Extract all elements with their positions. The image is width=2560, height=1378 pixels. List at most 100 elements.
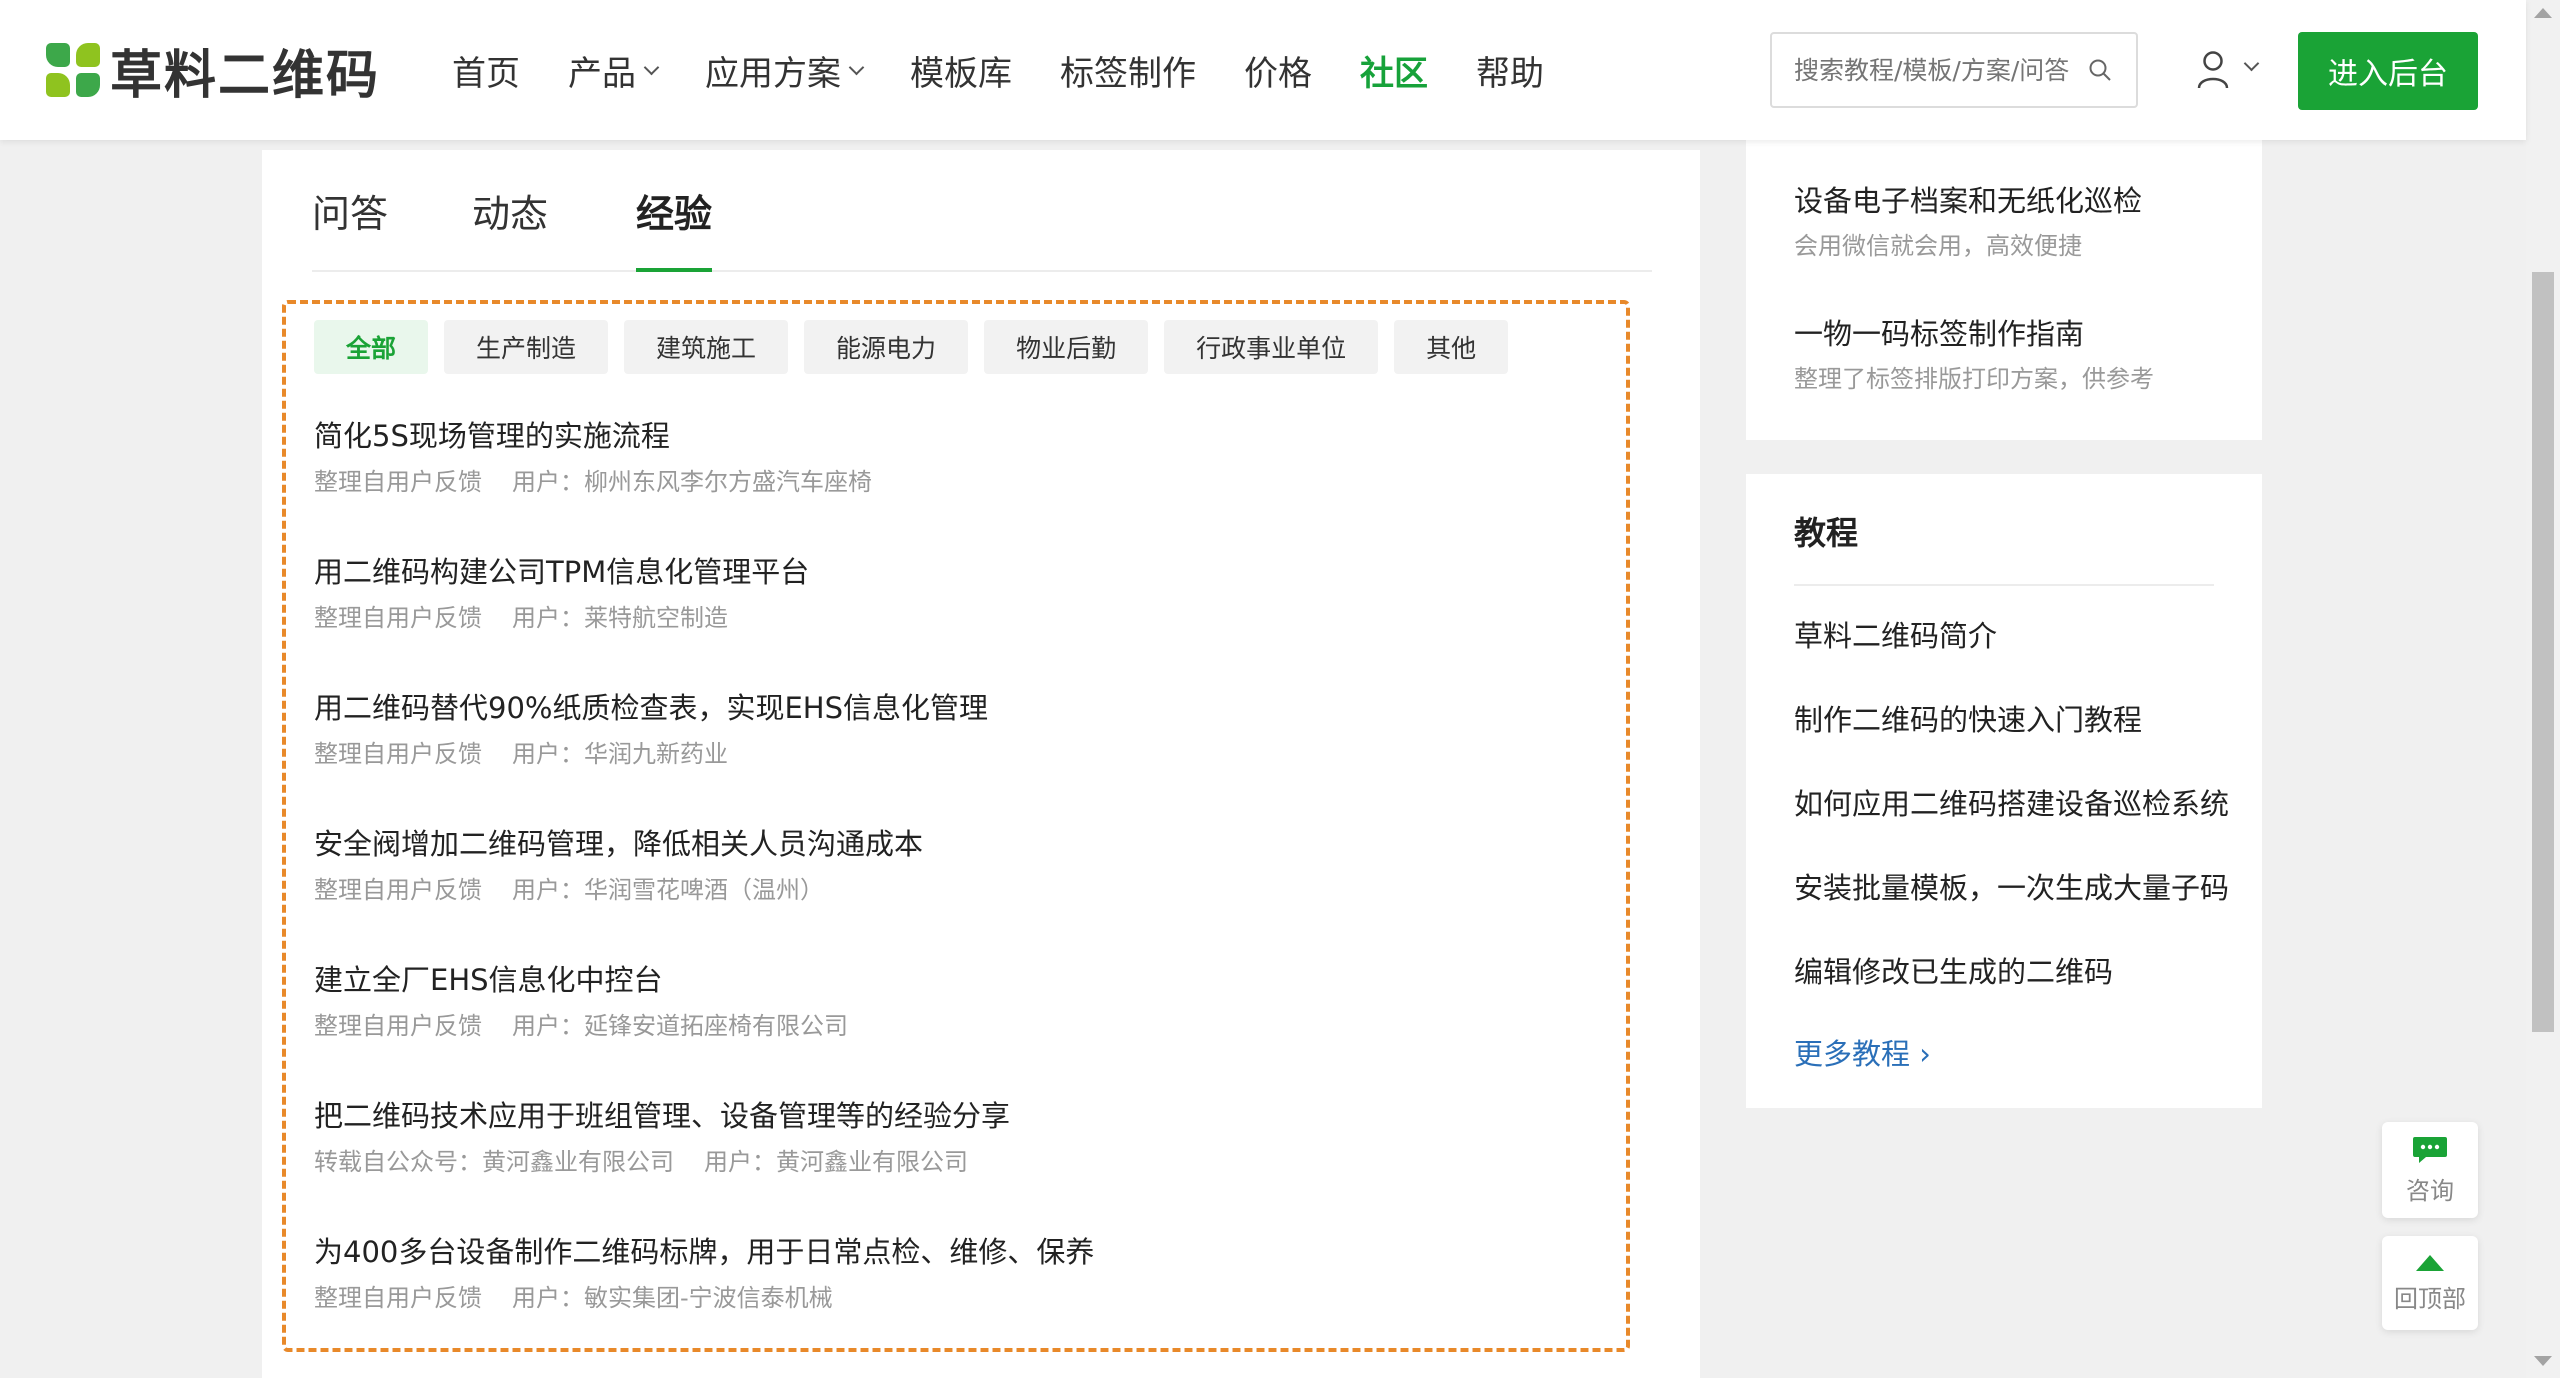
article-title[interactable]: 为400多台设备制作二维码标牌，用于日常点检、维修、保养 [314,1230,1594,1274]
article-source: 转载自公众号：黄河鑫业有限公司 [314,1148,674,1176]
tutorial-link[interactable]: 如何应用二维码搭建设备巡检系统 [1794,784,2229,824]
tutorial-link[interactable]: 草料二维码简介 [1794,616,1997,656]
feature-title: 一物一码标签制作指南 [1794,317,2085,351]
article-meta: 整理自用户反馈 用户：莱特航空制造 [314,598,1594,638]
user-icon[interactable] [2196,50,2230,90]
nav-label: 价格 [1244,53,1312,94]
tab-qa[interactable]: 问答 [312,186,388,272]
scroll-up-icon[interactable] [2534,8,2552,18]
article-title[interactable]: 建立全厂EHS信息化中控台 [314,958,1594,1002]
nav-label: 产品 [568,53,636,94]
article-source: 整理自用户反馈 [314,1284,482,1312]
article-source: 整理自用户反馈 [314,740,482,768]
nav-label: 社区 [1360,53,1428,94]
nav-products[interactable]: 产品 [568,46,660,95]
chat-icon [2413,1136,2447,1163]
main-content: 问答 动态 经验 全部 生产制造 建筑施工 能源电力 物业后勤 行政事业单位 其… [262,150,1700,1378]
tab-experience[interactable]: 经验 [636,186,713,272]
list-item[interactable]: 安全阀增加二维码管理，降低相关人员沟通成本 整理自用户反馈 用户：华润雪花啤酒（温… [314,822,1594,958]
tutorial-heading: 教程 [1794,514,1859,552]
list-item[interactable]: 简化5S现场管理的实施流程 整理自用户反馈 用户：柳州东风李尔方盛汽车座椅 [314,414,1594,550]
chevron-down-icon [848,59,865,75]
search-input[interactable] [1772,34,2072,106]
feature-title: 设备电子档案和无纸化巡检 [1794,184,2143,218]
nav-pricing[interactable]: 价格 [1244,46,1312,95]
article-title[interactable]: 简化5S现场管理的实施流程 [314,414,1594,458]
top-header: 草料二维码 首页 产品 应用方案 模板库 标签制作 价格 社区 帮助 进入后台 [0,0,2526,140]
nav-community[interactable]: 社区 [1360,46,1428,95]
article-meta: 整理自用户反馈 用户：华润九新药业 [314,734,1594,774]
chevron-down-icon [643,59,660,75]
search-icon[interactable] [2088,58,2112,82]
feature-subtitle: 整理了标签排版打印方案，供参考 [1794,365,2154,393]
article-user: 用户：黄河鑫业有限公司 [704,1148,968,1176]
main-nav: 首页 产品 应用方案 模板库 标签制作 价格 社区 帮助 [452,0,1592,140]
article-user: 用户：延锋安道拓座椅有限公司 [512,1012,848,1040]
feature-item[interactable]: 一物一码标签制作指南 整理了标签排版打印方案，供参考 [1794,313,2154,397]
nav-label: 模板库 [910,53,1012,94]
article-user: 用户：莱特航空制造 [512,604,728,632]
feature-subtitle: 会用微信就会用，高效便捷 [1794,232,2082,260]
article-meta: 整理自用户反馈 用户：延锋安道拓座椅有限公司 [314,1006,1594,1046]
arrow-up-icon [2416,1254,2444,1271]
article-meta: 整理自用户反馈 用户：敏实集团-宁波信泰机械 [314,1278,1594,1318]
scrollbar-thumb[interactable] [2532,272,2554,1032]
filter-all[interactable]: 全部 [314,320,429,374]
filter-manufacturing[interactable]: 生产制造 [444,320,609,374]
filter-other[interactable]: 其他 [1394,320,1509,374]
enter-dashboard-button[interactable]: 进入后台 [2298,32,2478,110]
logo[interactable]: 草料二维码 [46,38,380,106]
article-title[interactable]: 把二维码技术应用于班组管理、设备管理等的经验分享 [314,1094,1594,1138]
article-source: 整理自用户反馈 [314,1012,482,1040]
nav-help[interactable]: 帮助 [1476,46,1544,95]
nav-label: 标签制作 [1060,53,1196,94]
tab-bar: 问答 动态 经验 [312,186,1652,272]
chevron-down-icon[interactable] [2243,55,2260,72]
article-list: 简化5S现场管理的实施流程 整理自用户反馈 用户：柳州东风李尔方盛汽车座椅 用二维… [314,414,1594,1366]
scroll-down-icon[interactable] [2534,1356,2552,1366]
consult-label: 咨询 [2406,1176,2454,1205]
filter-construction[interactable]: 建筑施工 [624,320,789,374]
tutorial-link[interactable]: 制作二维码的快速入门教程 [1794,700,2142,740]
search-box [1770,32,2138,108]
tab-news[interactable]: 动态 [472,186,548,272]
article-user: 用户：华润九新药业 [512,740,728,768]
feature-item[interactable]: 设备电子档案和无纸化巡检 会用微信就会用，高效便捷 [1794,180,2142,264]
list-item[interactable]: 用二维码替代90%纸质检查表，实现EHS信息化管理 整理自用户反馈 用户：华润九新… [314,686,1594,822]
nav-labels[interactable]: 标签制作 [1060,46,1196,95]
nav-templates[interactable]: 模板库 [910,46,1012,95]
article-user: 用户：华润雪花啤酒（温州） [512,876,824,904]
nav-label: 首页 [452,53,520,94]
article-source: 整理自用户反馈 [314,876,482,904]
article-user: 用户：敏实集团-宁波信泰机械 [512,1284,833,1312]
nav-solutions[interactable]: 应用方案 [705,46,865,95]
tutorial-link[interactable]: 安装批量模板，一次生成大量子码 [1794,868,2229,908]
article-user: 用户：柳州东风李尔方盛汽车座椅 [512,468,872,496]
feature-card: 设备电子档案和无纸化巡检 会用微信就会用，高效便捷 一物一码标签制作指南 整理了… [1746,140,2262,440]
article-title[interactable]: 安全阀增加二维码管理，降低相关人员沟通成本 [314,822,1594,866]
article-meta: 整理自用户反馈 用户：华润雪花啤酒（温州） [314,870,1594,910]
list-item[interactable]: 为400多台设备制作二维码标牌，用于日常点检、维修、保养 整理自用户反馈 用户：敏… [314,1230,1594,1366]
filter-energy[interactable]: 能源电力 [804,320,969,374]
consult-button[interactable]: 咨询 [2382,1122,2478,1218]
experience-panel: 全部 生产制造 建筑施工 能源电力 物业后勤 行政事业单位 其他 简化5S现场管… [282,300,1630,1352]
article-title[interactable]: 用二维码构建公司TPM信息化管理平台 [314,550,1594,594]
list-item[interactable]: 用二维码构建公司TPM信息化管理平台 整理自用户反馈 用户：莱特航空制造 [314,550,1594,686]
article-meta: 整理自用户反馈 用户：柳州东风李尔方盛汽车座椅 [314,462,1594,502]
category-filters: 全部 生产制造 建筑施工 能源电力 物业后勤 行政事业单位 其他 [314,320,1524,374]
more-tutorials-link[interactable]: 更多教程 › [1794,1034,1931,1074]
nav-label: 帮助 [1476,53,1544,94]
logo-icon [46,43,100,97]
filter-government[interactable]: 行政事业单位 [1164,320,1379,374]
article-title[interactable]: 用二维码替代90%纸质检查表，实现EHS信息化管理 [314,686,1594,730]
list-item[interactable]: 建立全厂EHS信息化中控台 整理自用户反馈 用户：延锋安道拓座椅有限公司 [314,958,1594,1094]
back-to-top-button[interactable]: 回顶部 [2382,1236,2478,1330]
tutorial-link[interactable]: 编辑修改已生成的二维码 [1794,952,2113,992]
nav-home[interactable]: 首页 [452,46,520,95]
divider [1794,584,2214,586]
list-item[interactable]: 把二维码技术应用于班组管理、设备管理等的经验分享 转载自公众号：黄河鑫业有限公司… [314,1094,1594,1230]
back-to-top-label: 回顶部 [2394,1284,2466,1313]
article-source: 整理自用户反馈 [314,604,482,632]
article-source: 整理自用户反馈 [314,468,482,496]
filter-property[interactable]: 物业后勤 [984,320,1149,374]
